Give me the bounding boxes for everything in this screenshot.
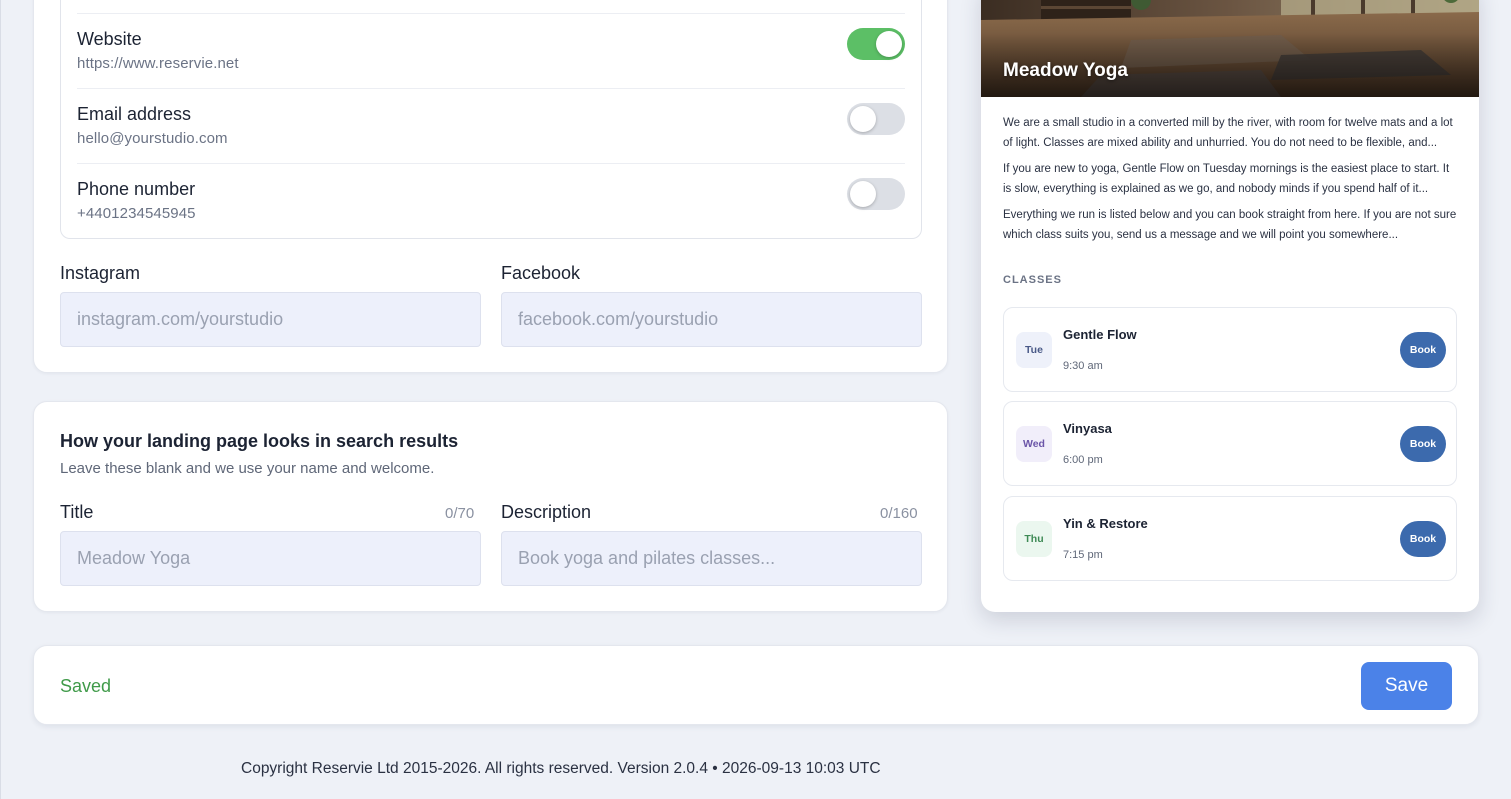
toggle-row-website: Website https://www.reservie.net bbox=[77, 13, 905, 88]
day-badge: Tue bbox=[1016, 332, 1052, 368]
save-status: Saved bbox=[60, 676, 112, 696]
instagram-input[interactable] bbox=[60, 292, 481, 347]
website-value: https://www.reservie.net bbox=[77, 55, 239, 72]
contact-settings-card: Website https://www.reservie.net Email a… bbox=[33, 0, 948, 373]
instagram-label: Instagram bbox=[60, 263, 141, 283]
email-label: Email address bbox=[77, 104, 192, 124]
welcome-paragraph: If you are new to yoga, Gentle Flow on T… bbox=[1003, 163, 1450, 195]
class-time: 9:30 am bbox=[1063, 360, 1103, 372]
class-time: 7:15 pm bbox=[1063, 549, 1103, 561]
toggle-knob bbox=[850, 106, 876, 132]
seo-description-input[interactable] bbox=[501, 531, 922, 586]
save-bar: Saved Save bbox=[33, 645, 1479, 725]
seo-title-label: Title bbox=[60, 502, 94, 522]
class-card-vinyasa: Wed Vinyasa 6:00 pm Book bbox=[1003, 401, 1457, 486]
facebook-input[interactable] bbox=[501, 292, 922, 347]
welcome-paragraph: We are a small studio in a converted mil… bbox=[1003, 117, 1453, 149]
hero-image: Meadow Yoga bbox=[981, 0, 1479, 97]
class-name: Vinyasa bbox=[1063, 421, 1112, 436]
class-card-yin-restore: Thu Yin & Restore 7:15 pm Book bbox=[1003, 496, 1457, 581]
page-left-border bbox=[0, 0, 1, 799]
phone-toggle[interactable] bbox=[847, 178, 905, 210]
seo-heading: How your landing page looks in search re… bbox=[60, 431, 459, 451]
seo-title-input[interactable] bbox=[60, 531, 481, 586]
website-toggle[interactable] bbox=[847, 28, 905, 60]
landing-page-preview: Meadow Yoga We are a small studio in a c… bbox=[981, 0, 1479, 612]
website-label: Website bbox=[77, 29, 142, 49]
facebook-label: Facebook bbox=[501, 263, 581, 283]
email-value: hello@yourstudio.com bbox=[77, 130, 228, 147]
footer-copyright: Copyright Reservie Ltd 2015-2026. All ri… bbox=[241, 760, 881, 777]
studio-photo bbox=[981, 0, 1479, 97]
class-name: Yin & Restore bbox=[1063, 516, 1148, 531]
phone-value: +4401234545945 bbox=[77, 205, 196, 222]
seo-description-label: Description bbox=[501, 502, 592, 522]
welcome-paragraph: Everything we run is listed below and yo… bbox=[1003, 209, 1457, 241]
class-time: 6:00 pm bbox=[1063, 454, 1103, 466]
seo-subheading: Leave these blank and we use your name a… bbox=[60, 460, 435, 477]
day-badge: Wed bbox=[1016, 426, 1052, 462]
welcome-text: We are a small studio in a converted mil… bbox=[1003, 114, 1458, 252]
classes-heading: CLASSES bbox=[1003, 274, 1062, 286]
search-results-card: How your landing page looks in search re… bbox=[33, 401, 948, 612]
save-button[interactable]: Save bbox=[1361, 662, 1452, 710]
class-name: Gentle Flow bbox=[1063, 327, 1137, 342]
book-button[interactable]: Book bbox=[1400, 332, 1446, 368]
contact-toggle-list: Website https://www.reservie.net Email a… bbox=[60, 0, 922, 239]
day-badge: Thu bbox=[1016, 521, 1052, 557]
toggle-row-phone: Phone number +4401234545945 bbox=[77, 163, 905, 238]
email-toggle[interactable] bbox=[847, 103, 905, 135]
book-button[interactable]: Book bbox=[1400, 521, 1446, 557]
seo-description-counter: 0/160 bbox=[880, 505, 918, 522]
book-button[interactable]: Book bbox=[1400, 426, 1446, 462]
studio-name: Meadow Yoga bbox=[1003, 60, 1128, 81]
phone-label: Phone number bbox=[77, 179, 196, 199]
toggle-row-email: Email address hello@yourstudio.com bbox=[77, 88, 905, 163]
class-card-gentle-flow: Tue Gentle Flow 9:30 am Book bbox=[1003, 307, 1457, 392]
toggle-knob bbox=[850, 181, 876, 207]
seo-title-counter: 0/70 bbox=[445, 505, 475, 522]
toggle-knob bbox=[876, 31, 902, 57]
